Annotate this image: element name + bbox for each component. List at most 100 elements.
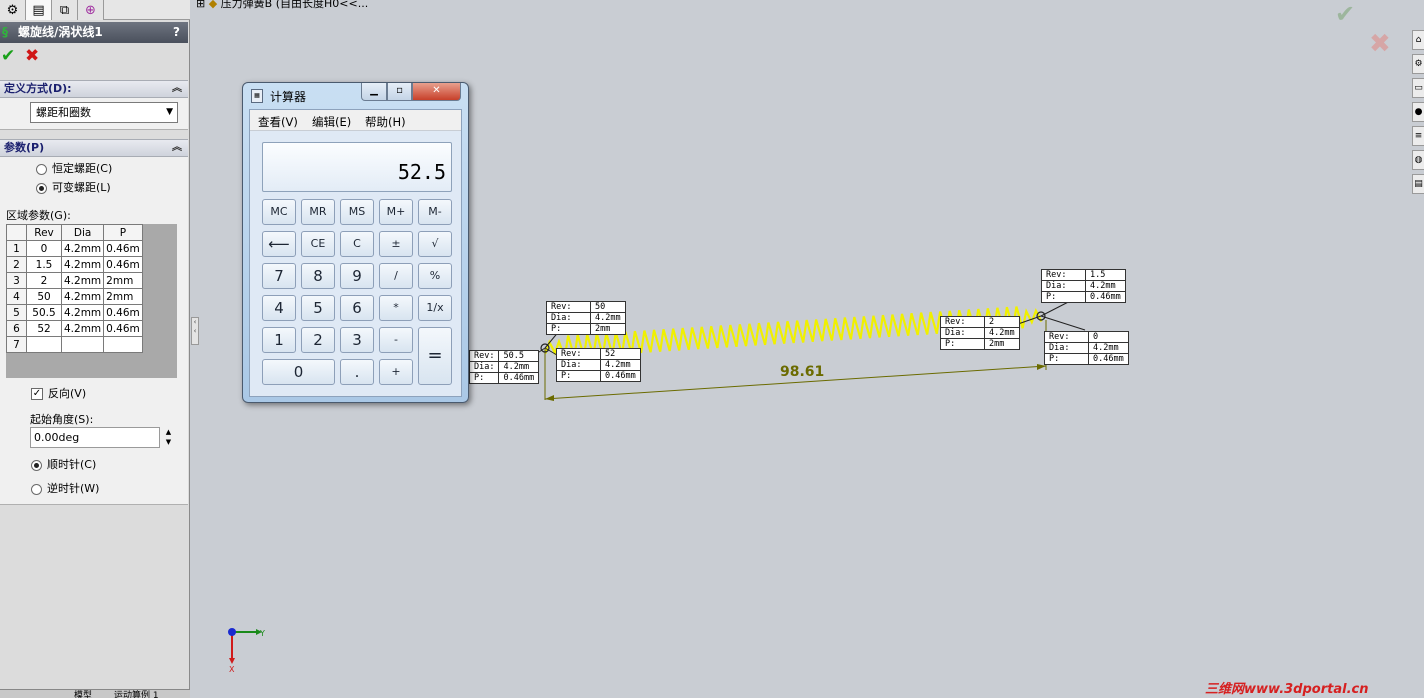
definition-group-header[interactable]: 定义方式(D): ︽ (0, 80, 188, 98)
key-6[interactable]: 6 (340, 295, 374, 321)
rev-cell[interactable]: 0 (26, 240, 62, 257)
callout-value[interactable]: 4.2mm (590, 312, 626, 324)
dimxpert-icon[interactable]: ⊕ (78, 0, 104, 20)
dia-cell[interactable]: 4.2mm (60, 304, 105, 321)
key-percent[interactable]: % (418, 263, 452, 289)
callout-value[interactable]: 4.2mm (600, 359, 641, 371)
key-plus[interactable]: + (379, 359, 413, 385)
key-equals[interactable]: = (418, 327, 452, 385)
globe-icon[interactable]: ◍ (1412, 150, 1424, 170)
key-1[interactable]: 1 (262, 327, 296, 353)
pitch-cell[interactable]: 0.46m (103, 256, 143, 273)
params-group-header[interactable]: 参数(P) ︽ (0, 139, 188, 157)
key-mr[interactable]: MR (301, 199, 335, 225)
key-reciprocal[interactable]: 1/x (418, 295, 452, 321)
rev-cell[interactable]: 50 (26, 288, 62, 305)
calculator-window[interactable]: ▦ 计算器 ▁ ▫ ✕ 查看(V) 编辑(E) 帮助(H) 52.5 MC MR… (242, 82, 469, 403)
variable-pitch-radio[interactable]: 可变螺距(L) (36, 180, 111, 196)
key-minus[interactable]: - (379, 327, 413, 353)
help-button[interactable]: ? (173, 22, 180, 43)
property-manager-icon[interactable]: ▤ (26, 0, 52, 20)
home-icon[interactable]: ⌂ (1412, 30, 1424, 50)
callout-value[interactable]: 2mm (984, 338, 1020, 350)
counterclockwise-radio[interactable]: 逆时针(W) (31, 481, 99, 497)
menu-edit[interactable]: 编辑(E) (312, 114, 351, 130)
collapse-chevron-icon[interactable]: ︽ (172, 140, 182, 156)
confirm-ok-icon[interactable]: ✔ (1335, 0, 1355, 28)
expand-icon[interactable]: ⊞ (196, 0, 205, 10)
callout-value[interactable]: 0 (1088, 331, 1129, 343)
reverse-checkbox[interactable]: ✓ 反向(V) (31, 386, 86, 402)
dia-cell[interactable]: 4.2mm (60, 240, 105, 257)
key-8[interactable]: 8 (301, 263, 335, 289)
radio-icon[interactable] (36, 163, 47, 175)
checkbox-checked-icon[interactable]: ✓ (31, 388, 43, 400)
key-mc[interactable]: MC (262, 199, 296, 225)
key-5[interactable]: 5 (301, 295, 335, 321)
callout-value[interactable]: 4.2mm (498, 361, 540, 373)
callout-value[interactable]: 50 (590, 301, 626, 313)
close-button[interactable]: ✕ (412, 83, 461, 101)
menu-view[interactable]: 查看(V) (258, 114, 298, 130)
key-7[interactable]: 7 (262, 263, 296, 289)
callout-value[interactable]: 2mm (590, 323, 626, 335)
key-divide[interactable]: / (379, 263, 413, 289)
resources-icon[interactable]: ⚙ (1412, 54, 1424, 74)
callout-value[interactable]: 0.46mm (1088, 353, 1129, 365)
feature-manager-icon[interactable]: ⚙ (0, 0, 26, 20)
rev-cell[interactable] (26, 336, 62, 353)
table-row[interactable]: 3 2 4.2mm 2mm (6, 272, 143, 289)
minimize-button[interactable]: ▁ (361, 83, 387, 101)
key-4[interactable]: 4 (262, 295, 296, 321)
dia-cell[interactable] (60, 336, 105, 353)
table-row[interactable]: 5 50.5 4.2mm 0.46m (6, 304, 143, 321)
pitch-cell[interactable]: 0.46m (103, 320, 143, 337)
callout-value[interactable]: 1.5 (1085, 269, 1126, 281)
dia-cell[interactable]: 4.2mm (60, 256, 105, 273)
table-row[interactable]: 2 1.5 4.2mm 0.46m (6, 256, 143, 273)
key-3[interactable]: 3 (340, 327, 374, 353)
callout-rev-52[interactable]: Rev: 52 Dia: 4.2mm P: 0.46mm (556, 348, 641, 382)
dia-cell[interactable]: 4.2mm (60, 320, 105, 337)
feature-tree-flyout[interactable]: ⊞ ◆ 压力弹簧B (自由长度H0<<... (196, 0, 368, 11)
cancel-button[interactable]: ✖ (25, 47, 43, 65)
pitch-cell[interactable]: 0.46m (103, 304, 143, 321)
rev-cell[interactable]: 50.5 (26, 304, 62, 321)
key-backspace[interactable]: ⟵ (262, 231, 296, 257)
dia-cell[interactable]: 4.2mm (60, 288, 105, 305)
length-dimension[interactable]: 98.61 (780, 364, 824, 380)
constant-pitch-radio[interactable]: 恒定螺距(C) (36, 161, 112, 177)
calculator-title-bar[interactable]: ▦ 计算器 ▁ ▫ ✕ (243, 83, 468, 109)
key-2[interactable]: 2 (301, 327, 335, 353)
radio-icon[interactable] (31, 483, 42, 495)
start-angle-input[interactable]: 0.00deg (30, 427, 160, 448)
panel-splitter-grip[interactable]: ‹ ‹ (191, 317, 199, 345)
tab-model[interactable]: 模型 (74, 690, 92, 698)
confirm-cancel-icon[interactable]: ✖ (1369, 29, 1391, 59)
callout-rev-2[interactable]: Rev: 2 Dia: 4.2mm P: 2mm (940, 316, 1020, 350)
table-row[interactable]: 4 50 4.2mm 2mm (6, 288, 143, 305)
key-ms[interactable]: MS (340, 199, 374, 225)
key-m-plus[interactable]: M+ (379, 199, 413, 225)
clockwise-radio[interactable]: 顺时针(C) (31, 457, 96, 473)
clipboard-icon[interactable]: ▤ (1412, 174, 1424, 194)
key-sqrt[interactable]: √ (418, 231, 452, 257)
pitch-cell[interactable]: 2mm (103, 288, 143, 305)
folder-icon[interactable]: ▭ (1412, 78, 1424, 98)
key-0[interactable]: 0 (262, 359, 335, 385)
pitch-cell[interactable]: 0.46m (103, 240, 143, 257)
callout-value[interactable]: 50.5 (498, 350, 540, 362)
menu-help[interactable]: 帮助(H) (365, 114, 406, 130)
ok-button[interactable]: ✔ (1, 47, 19, 65)
start-angle-spinner[interactable]: ▲ ▼ (162, 427, 175, 448)
radio-selected-icon[interactable] (31, 459, 42, 471)
dia-cell[interactable]: 4.2mm (60, 272, 105, 289)
key-decimal[interactable]: . (340, 359, 374, 385)
tab-motion-study[interactable]: 运动算例 1 (114, 690, 159, 698)
key-9[interactable]: 9 (340, 263, 374, 289)
callout-value[interactable]: 4.2mm (1085, 280, 1126, 292)
rev-cell[interactable]: 2 (26, 272, 62, 289)
configuration-manager-icon[interactable]: ⧉ (52, 0, 78, 20)
callout-value[interactable]: 52 (600, 348, 641, 360)
table-row[interactable]: 7 (6, 336, 143, 353)
